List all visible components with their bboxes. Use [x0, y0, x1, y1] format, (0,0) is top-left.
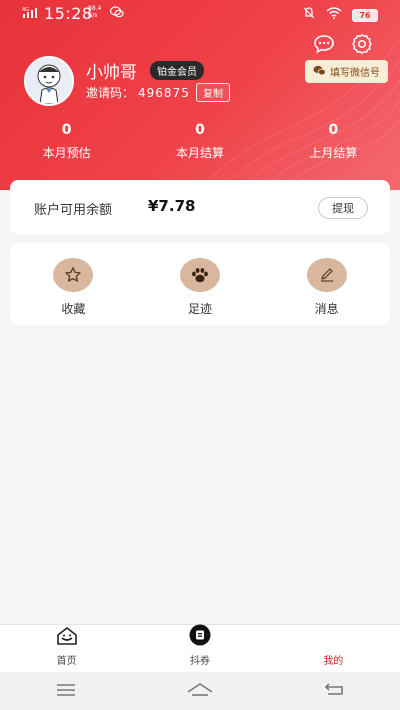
status-bar: 4G 15:28 88.4 B/s 76 [0, 0, 400, 28]
menu-icon[interactable] [55, 682, 77, 701]
stat-last-month-settled[interactable]: 0 上月结算 [267, 122, 400, 161]
tab-label: 首页 [56, 656, 77, 667]
stat-value: 0 [328, 122, 339, 138]
shortcut-card: 收藏 足迹 消息 [10, 243, 390, 325]
settings-gear-icon[interactable] [350, 32, 374, 56]
wifi-icon [326, 7, 342, 23]
fill-wechat-button[interactable]: 填写微信号 [305, 60, 388, 83]
star-icon [53, 258, 94, 292]
balance-label: 账户可用余额 [34, 203, 113, 218]
shortcut-label: 收藏 [61, 302, 86, 316]
tab-label: 抖券 [189, 656, 210, 667]
withdraw-button[interactable]: 提现 [318, 197, 368, 219]
stat-label: 本月结算 [175, 146, 224, 160]
system-navigation-bar [0, 672, 400, 710]
header-actions [312, 32, 374, 56]
balance-card: 账户可用余额 ¥7.78 提现 [10, 180, 390, 234]
shortcut-label: 消息 [314, 302, 339, 316]
stat-value: 0 [61, 122, 72, 138]
stat-value: 0 [195, 122, 205, 138]
status-time: 15:28 [44, 4, 93, 23]
stat-label: 本月预估 [42, 146, 91, 160]
tab-mine[interactable]: 我的 [267, 625, 400, 672]
bottom-tab-bar: 首页 抖券 我的 [0, 624, 400, 672]
earnings-stats: 0 本月预估 0 本月结算 0 上月结算 [0, 122, 400, 161]
invite-code-row: 邀请码： 496875 [86, 84, 190, 101]
pen-icon [306, 258, 347, 292]
stat-label: 上月结算 [309, 146, 358, 160]
network-speed-value: 88.4 [88, 5, 102, 12]
battery-icon: 76 [352, 8, 378, 22]
network-speed: 88.4 B/s [88, 5, 101, 19]
tab-coupons[interactable]: 抖券 [133, 624, 266, 672]
stat-month-estimate[interactable]: 0 本月预估 [0, 122, 133, 161]
network-speed-unit: B/s [88, 12, 98, 19]
invite-code: 496875 [138, 86, 190, 100]
tab-label: 我的 [323, 656, 344, 667]
message-icon[interactable] [312, 32, 336, 56]
shortcut-footprints[interactable]: 足迹 [137, 243, 264, 325]
shortcut-label: 足迹 [188, 302, 213, 316]
home-icon [56, 626, 78, 650]
shortcut-favorites[interactable]: 收藏 [10, 243, 137, 325]
tab-home[interactable]: 首页 [0, 625, 133, 672]
signal-icon: 4G [22, 6, 40, 22]
invite-label: 邀请码： [86, 86, 135, 100]
avatar[interactable] [24, 56, 74, 106]
mute-icon [302, 6, 316, 24]
back-icon[interactable] [323, 681, 345, 701]
shortcut-messages[interactable]: 消息 [263, 243, 390, 325]
wechat-icon [313, 65, 326, 79]
username: 小帅哥 [86, 63, 137, 83]
copy-button[interactable]: 复制 [196, 83, 230, 102]
fill-wechat-label: 填写微信号 [330, 68, 380, 79]
wechat-notification-icon [109, 6, 124, 22]
home-nav-icon[interactable] [186, 681, 214, 701]
balance-amount: ¥7.78 [148, 197, 196, 215]
stat-month-settled[interactable]: 0 本月结算 [133, 122, 266, 161]
coupon-icon [188, 624, 212, 650]
vip-badge: 铂金会员 [150, 61, 204, 80]
paw-icon [180, 258, 220, 292]
